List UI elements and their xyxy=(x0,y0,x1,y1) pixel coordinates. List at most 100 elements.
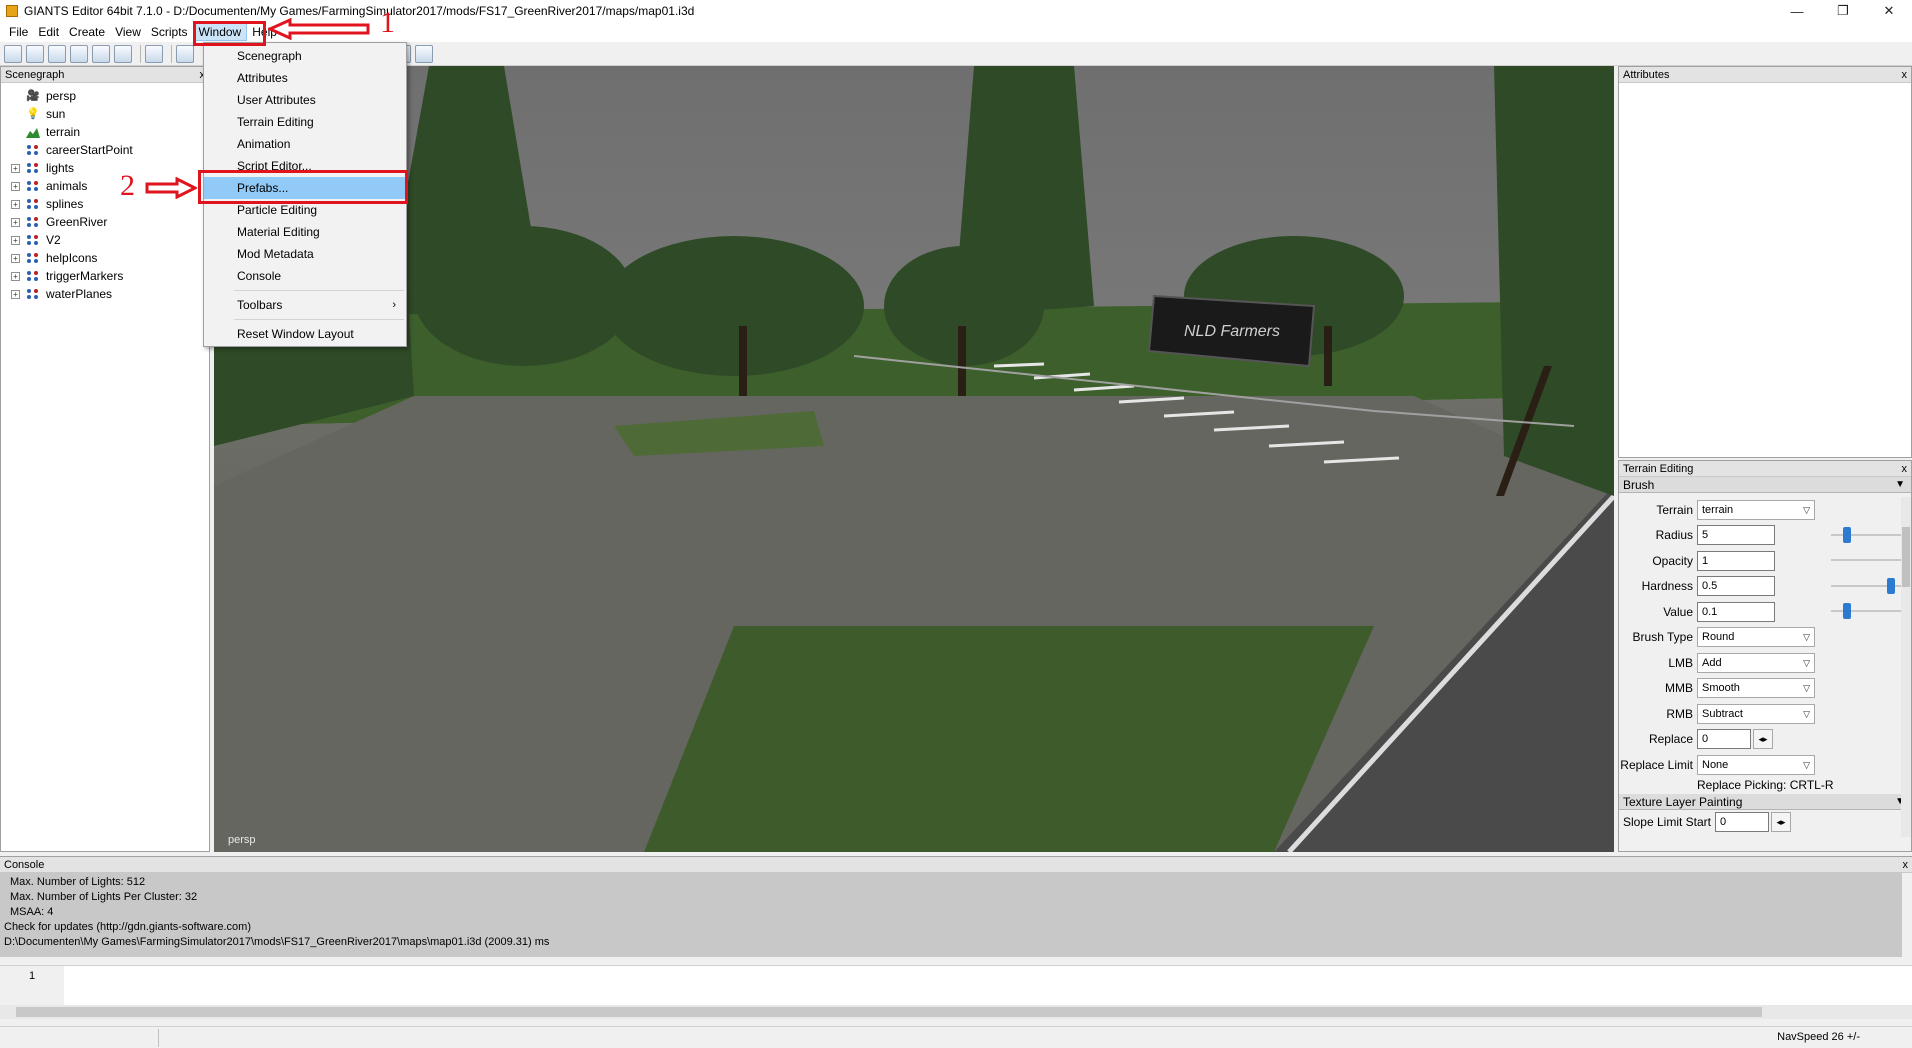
terrain-editing-close-button[interactable]: x xyxy=(1902,461,1908,477)
tree-node-label: lights xyxy=(46,161,75,175)
log-line: Check for updates (http://gdn.giants-sof… xyxy=(4,921,252,933)
menu-item-attributes[interactable]: Attributes xyxy=(204,67,406,89)
spinner-arrows-icon[interactable]: ◂▸ xyxy=(1753,729,1773,750)
tree-node-v2[interactable]: + V2 xyxy=(1,231,209,249)
menu-create[interactable]: Create xyxy=(64,23,110,41)
viewport-scene: NLD Farmers xyxy=(214,66,1614,852)
tree-node-sun[interactable]: 💡 sun xyxy=(1,105,209,123)
light-bulb-icon: 💡 xyxy=(26,108,40,120)
terrain-select[interactable]: terrain ▽ xyxy=(1697,499,1815,520)
replace-input[interactable]: 0 xyxy=(1697,729,1751,750)
menu-scripts[interactable]: Scripts xyxy=(146,23,193,41)
menu-item-console[interactable]: Console xyxy=(204,265,406,287)
expand-icon[interactable]: + xyxy=(11,289,20,299)
chevron-down-icon: ▽ xyxy=(1803,708,1810,719)
value-slider[interactable] xyxy=(1831,603,1901,619)
tree-node-label: terrain xyxy=(46,125,81,139)
brush-section[interactable]: Brush ▼ xyxy=(1619,477,1911,493)
line-number: 1 xyxy=(0,966,64,1006)
tree-node-careerstartpoint[interactable]: careerStartPoint xyxy=(1,141,209,159)
replace-limit-select[interactable]: None ▽ xyxy=(1697,754,1815,775)
3d-viewport[interactable]: NLD Farmers persp xyxy=(214,66,1614,852)
export-icon[interactable] xyxy=(114,44,132,63)
hardness-slider[interactable] xyxy=(1831,577,1901,594)
terrain-editing-panel: Terrain Editing x Brush ▼ Terrain terrai… xyxy=(1618,460,1912,852)
attributes-panel: Attributes x xyxy=(1618,66,1912,458)
replace-picking-hint: Replace Picking: CRTL-R xyxy=(1697,777,1834,792)
terrain-row: Terrain terrain ▽ xyxy=(1619,497,1911,523)
rmb-select[interactable]: Subtract ▽ xyxy=(1697,703,1815,724)
console-close-button[interactable]: x xyxy=(1903,857,1909,873)
value-input[interactable]: 0.1 xyxy=(1697,601,1775,622)
transform-group-icon xyxy=(26,234,40,246)
spinner-arrows-icon[interactable]: ◂▸ xyxy=(1771,812,1791,833)
menu-item-reset-window-layout[interactable]: Reset Window Layout xyxy=(204,323,406,345)
new-file-icon[interactable] xyxy=(4,44,22,63)
scale-icon[interactable] xyxy=(415,44,433,63)
menu-item-animation[interactable]: Animation xyxy=(204,133,406,155)
console-panel: Console x Max. Number of Lights: 512 Max… xyxy=(0,856,1912,1024)
chevron-down-icon: ▽ xyxy=(1803,504,1810,515)
opacity-slider[interactable] xyxy=(1831,559,1901,561)
replace-row: Replace 0 ◂▸ xyxy=(1619,727,1911,753)
menu-edit[interactable]: Edit xyxy=(33,23,64,41)
billboard-text: NLD Farmers xyxy=(1184,323,1280,340)
giants-editor-logo-icon xyxy=(6,5,18,17)
scenegraph-header: Scenegraph x xyxy=(1,67,209,83)
menu-item-toolbars[interactable]: Toolbars › xyxy=(204,294,406,316)
radius-slider[interactable] xyxy=(1831,526,1901,543)
mmb-row: MMB Smooth ▽ xyxy=(1619,676,1911,702)
expand-icon[interactable]: + xyxy=(11,217,20,227)
tree-node-helpicons[interactable]: + helpIcons xyxy=(1,249,209,267)
minimize-button[interactable]: — xyxy=(1774,0,1820,22)
open-folder-icon[interactable] xyxy=(26,44,44,63)
expand-icon[interactable]: + xyxy=(11,163,20,173)
tree-node-persp[interactable]: 🎥 persp xyxy=(1,87,209,105)
transform-group-icon xyxy=(26,216,40,228)
terrain-panel-scrollbar[interactable] xyxy=(1901,497,1911,837)
tree-node-terrain[interactable]: terrain xyxy=(1,123,209,141)
edit-icon[interactable] xyxy=(48,44,66,63)
console-horizontal-scrollbar[interactable] xyxy=(0,1005,1912,1019)
menu-item-terrain-editing[interactable]: Terrain Editing xyxy=(204,111,406,133)
menu-item-scenegraph[interactable]: Scenegraph xyxy=(204,45,406,67)
slope-limit-row: Slope Limit Start 0 ◂▸ xyxy=(1619,810,1911,836)
expand-icon[interactable]: + xyxy=(11,235,20,245)
undo-icon[interactable] xyxy=(176,44,194,63)
slider-thumb[interactable] xyxy=(1843,526,1851,543)
import-icon[interactable] xyxy=(145,44,163,63)
menu-item-mod-metadata[interactable]: Mod Metadata xyxy=(204,243,406,265)
slider-thumb[interactable] xyxy=(1843,603,1851,619)
attributes-close-button[interactable]: x xyxy=(1902,67,1908,83)
mmb-select[interactable]: Smooth ▽ xyxy=(1697,678,1815,699)
restore-button[interactable]: ❐ xyxy=(1820,0,1866,22)
brush-type-select[interactable]: Round ▽ xyxy=(1697,627,1815,648)
tree-node-lights[interactable]: + lights xyxy=(1,159,209,177)
texture-layer-painting-section[interactable]: Texture Layer Painting ▼ xyxy=(1619,793,1911,810)
console-script-input[interactable]: 1 xyxy=(0,965,1912,1006)
tree-node-greenriver[interactable]: + GreenRiver xyxy=(1,213,209,231)
slope-limit-input[interactable]: 0 xyxy=(1715,812,1769,833)
opacity-input[interactable]: 1 xyxy=(1697,550,1775,571)
lmb-select[interactable]: Add ▽ xyxy=(1697,652,1815,673)
radius-input[interactable]: 5 xyxy=(1697,525,1775,546)
menu-file[interactable]: File xyxy=(4,23,33,41)
terrain-editing-title: Terrain Editing xyxy=(1623,463,1694,475)
expand-icon[interactable]: + xyxy=(11,253,20,263)
expand-icon[interactable]: + xyxy=(11,181,20,191)
close-button[interactable]: ✕ xyxy=(1866,0,1912,22)
menu-item-material-editing[interactable]: Material Editing xyxy=(204,221,406,243)
tree-node-waterplanes[interactable]: + waterPlanes xyxy=(1,285,209,303)
tree-node-label: splines xyxy=(46,197,84,211)
menu-item-user-attributes[interactable]: User Attributes xyxy=(204,89,406,111)
expand-icon[interactable]: + xyxy=(11,199,20,209)
save-icon[interactable] xyxy=(92,44,110,63)
expand-icon[interactable]: + xyxy=(11,271,20,281)
log-line: MSAA: 4 xyxy=(10,906,54,918)
refresh-icon[interactable] xyxy=(70,44,88,63)
menu-view[interactable]: View xyxy=(110,23,146,41)
slider-thumb[interactable] xyxy=(1887,577,1895,594)
collapse-icon[interactable]: ▼ xyxy=(1895,477,1905,493)
hardness-input[interactable]: 0.5 xyxy=(1697,576,1775,597)
tree-node-triggermarkers[interactable]: + triggerMarkers xyxy=(1,267,209,285)
